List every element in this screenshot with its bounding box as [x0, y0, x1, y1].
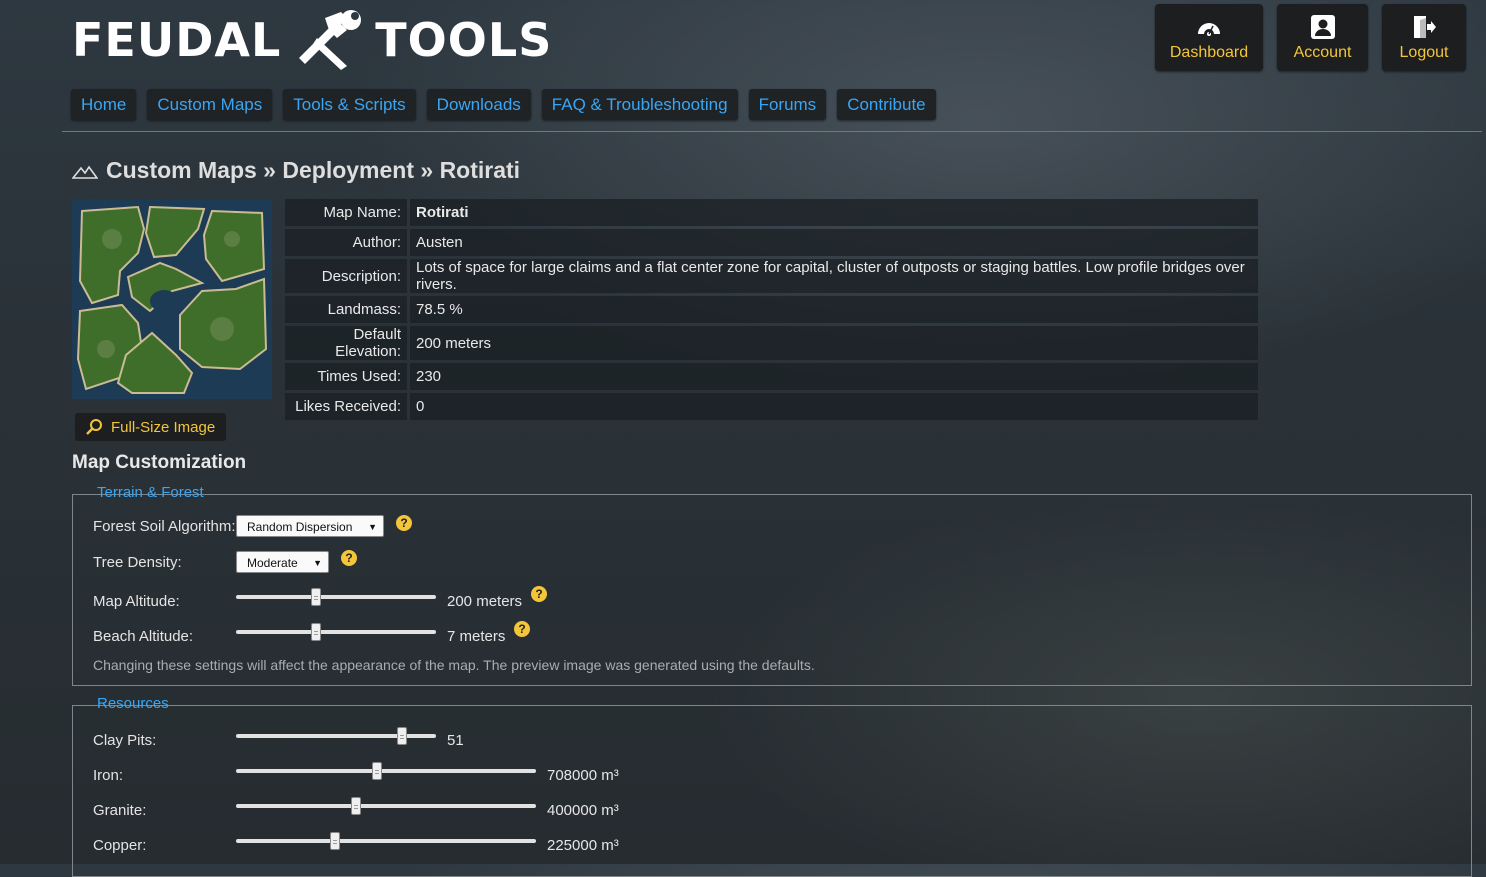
iron-value: 708000 m³ — [547, 767, 619, 784]
account-button[interactable]: Account — [1277, 4, 1368, 71]
map-info-table: Map Name: Rotirati Author: Austen Descri… — [282, 196, 1261, 423]
iron-slider-handle[interactable] — [372, 762, 382, 780]
beach-altitude-label: Beach Altitude: — [93, 628, 194, 645]
info-key: Description: — [285, 259, 407, 293]
clay-pits-label: Clay Pits: — [93, 732, 157, 749]
full-size-image-button[interactable]: Full-Size Image — [75, 413, 227, 441]
info-row-times-used: Times Used: 230 — [285, 363, 1258, 390]
terrain-note: Changing these settings will affect the … — [93, 657, 815, 673]
beach-altitude-value: 7 meters — [447, 628, 506, 645]
granite-value: 400000 m³ — [547, 802, 619, 819]
granite-slider-handle[interactable] — [351, 797, 361, 815]
full-size-label: Full-Size Image — [111, 418, 216, 436]
map-altitude-slider-handle[interactable] — [311, 588, 321, 606]
resources-fieldset: Resources Clay Pits: 51 Iron: 708000 m³ … — [72, 695, 1472, 877]
forest-soil-select[interactable]: Random Dispersion ▼ — [236, 515, 384, 537]
beach-altitude-slider-track[interactable] — [236, 630, 436, 634]
copper-slider-handle[interactable] — [330, 832, 340, 850]
breadcrumb: Custom Maps » Deployment » Rotirati — [72, 157, 520, 184]
resources-legend: Resources — [97, 695, 169, 712]
info-value: 78.5 % — [410, 296, 1258, 323]
info-key: Default Elevation: — [285, 326, 407, 360]
nav-contribute[interactable]: Contribute — [837, 89, 936, 120]
map-altitude-slider-track[interactable] — [236, 595, 436, 599]
forest-soil-label: Forest Soil Algorithm: — [93, 518, 236, 535]
info-key: Map Name: — [285, 199, 407, 226]
info-key: Times Used: — [285, 363, 407, 390]
nav-tools-scripts[interactable]: Tools & Scripts — [283, 89, 416, 120]
logo-text-left: FEUDAL — [72, 13, 282, 67]
clay-pits-value: 51 — [447, 732, 464, 749]
map-preview-image[interactable] — [72, 199, 272, 399]
info-row-landmass: Landmass: 78.5 % — [285, 296, 1258, 323]
hammer-wrench-icon — [299, 10, 362, 70]
info-value: Rotirati — [410, 199, 1258, 226]
map-altitude-label: Map Altitude: — [93, 593, 180, 610]
logout-icon — [1414, 15, 1436, 38]
nav-faq[interactable]: FAQ & Troubleshooting — [541, 89, 738, 120]
dashboard-label: Dashboard — [1169, 43, 1249, 61]
nav-home[interactable]: Home — [71, 89, 137, 120]
breadcrumb-text: Custom Maps » Deployment » Rotirati — [106, 157, 521, 183]
info-value: 0 — [410, 393, 1258, 420]
clay-pits-slider-handle[interactable] — [397, 727, 407, 745]
info-row-default-elevation: Default Elevation: 200 meters — [285, 326, 1258, 360]
logout-label: Logout — [1399, 43, 1449, 61]
info-value: 230 — [410, 363, 1258, 390]
map-altitude-value: 200 meters — [447, 593, 523, 610]
logout-button[interactable]: Logout — [1382, 4, 1466, 71]
help-icon[interactable]: ? — [341, 550, 357, 566]
info-key: Landmass: — [285, 296, 407, 323]
logo-text-right: TOOLS — [375, 13, 553, 67]
copper-label: Copper: — [93, 837, 147, 854]
info-value: Austen — [410, 229, 1258, 256]
main-nav: Home Custom Maps Tools & Scripts Downloa… — [71, 89, 936, 120]
help-icon[interactable]: ? — [531, 586, 547, 602]
granite-label: Granite: — [93, 802, 147, 819]
granite-slider-track[interactable] — [236, 804, 536, 808]
help-icon[interactable]: ? — [514, 621, 530, 637]
info-row-likes: Likes Received: 0 — [285, 393, 1258, 420]
info-value: Lots of space for large claims and a fla… — [410, 259, 1258, 293]
forest-soil-value: Random Dispersion — [247, 520, 353, 534]
map-customization-title: Map Customization — [72, 452, 247, 473]
info-key: Likes Received: — [285, 393, 407, 420]
account-label: Account — [1293, 43, 1352, 61]
beach-altitude-slider-handle[interactable] — [311, 623, 321, 641]
nav-custom-maps[interactable]: Custom Maps — [147, 89, 273, 120]
copper-slider-track[interactable] — [236, 839, 536, 843]
info-row-map-name: Map Name: Rotirati — [285, 199, 1258, 226]
nav-downloads[interactable]: Downloads — [426, 89, 531, 120]
info-row-description: Description: Lots of space for large cla… — [285, 259, 1258, 293]
info-value: 200 meters — [410, 326, 1258, 360]
gauge-icon — [1198, 22, 1220, 36]
terrain-forest-fieldset: Terrain & Forest Forest Soil Algorithm: … — [72, 484, 1472, 686]
chevron-down-icon: ▼ — [313, 558, 322, 568]
header-divider — [62, 131, 1482, 132]
tree-density-value: Moderate — [247, 556, 298, 570]
nav-forums[interactable]: Forums — [748, 89, 827, 120]
account-icon — [1310, 14, 1335, 39]
iron-slider-track[interactable] — [236, 769, 536, 773]
copper-value: 225000 m³ — [547, 837, 619, 854]
magnifier-icon — [86, 419, 102, 435]
chevron-down-icon: ▼ — [368, 522, 377, 532]
info-row-author: Author: Austen — [285, 229, 1258, 256]
terrain-forest-legend: Terrain & Forest — [97, 484, 204, 501]
dashboard-button[interactable]: Dashboard — [1155, 4, 1263, 71]
iron-label: Iron: — [93, 767, 124, 784]
tree-density-label: Tree Density: — [93, 554, 182, 571]
site-logo[interactable]: FEUDAL TOOLS — [72, 10, 552, 70]
mountain-icon — [72, 165, 98, 179]
tree-density-select[interactable]: Moderate ▼ — [236, 551, 329, 573]
info-key: Author: — [285, 229, 407, 256]
help-icon[interactable]: ? — [396, 515, 412, 531]
